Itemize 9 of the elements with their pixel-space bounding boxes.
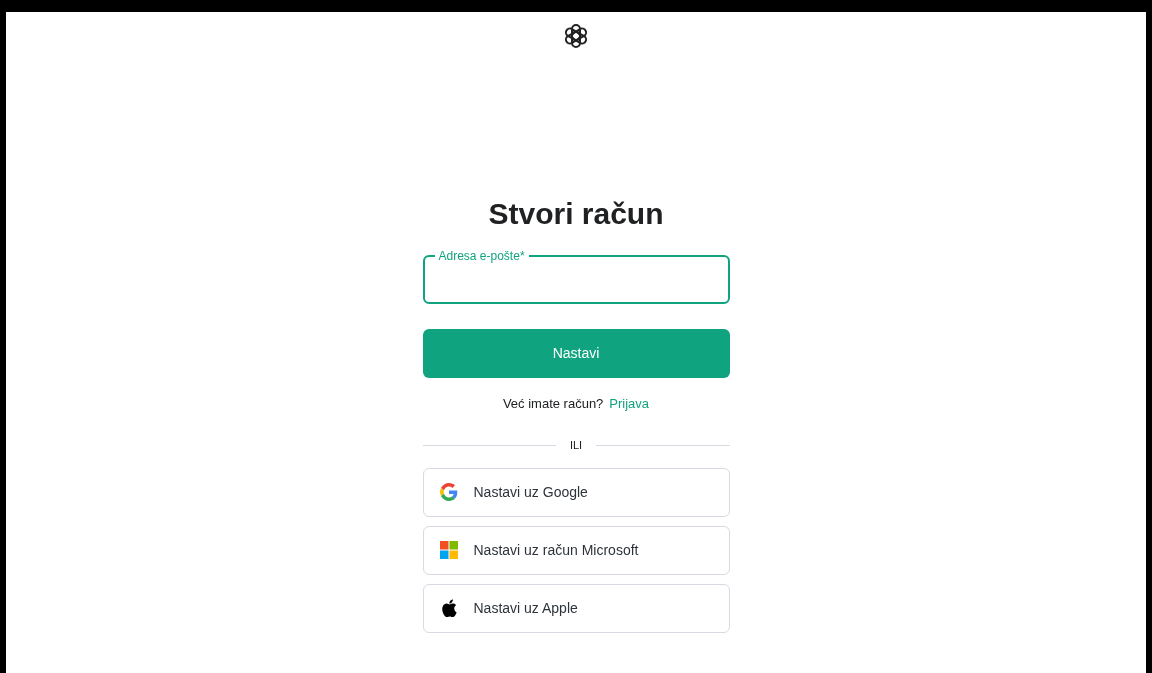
microsoft-signin-button[interactable]: Nastavi uz račun Microsoft [422,525,730,575]
google-icon [439,483,458,501]
apple-signin-button[interactable]: Nastavi uz Apple [422,583,730,633]
page-heading: Stvori račun [488,196,664,232]
signin-prompt-text: Već imate račun? [502,394,604,413]
windows-squares-icon [439,541,458,559]
apple-icon [440,599,457,617]
google-signin-button[interactable]: Nastavi uz Google [422,467,730,517]
divider-text: ILI [569,438,583,453]
